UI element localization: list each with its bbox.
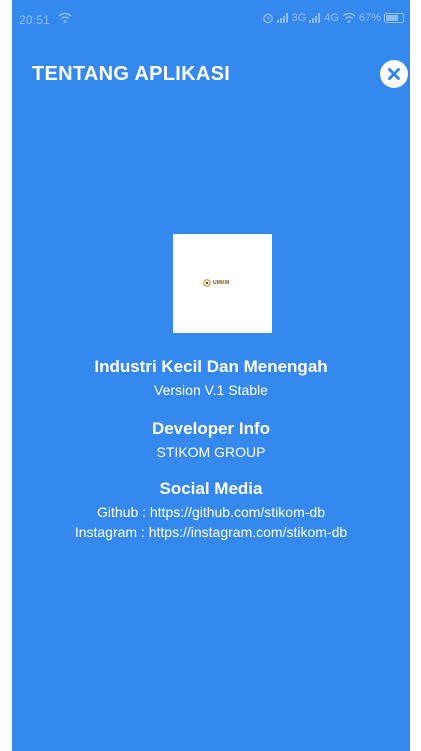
wifi-status-icon — [342, 12, 356, 23]
close-icon — [388, 68, 400, 80]
status-icons: 3G 4G 67% — [262, 12, 404, 24]
signal-icon — [276, 13, 288, 23]
battery-icon — [384, 13, 404, 23]
app-name: Industri Kecil Dan Menengah — [94, 357, 328, 376]
about-screen: 20:51 3G 4G 67% TENTANG APLIKASI UMKM In… — [12, 0, 410, 751]
alarm-icon — [262, 13, 273, 24]
social-heading: Social Media — [159, 479, 263, 498]
logo-text: UMKM — [213, 280, 230, 286]
signal-icon-2 — [309, 13, 321, 23]
network-type-1: 3G — [291, 12, 307, 24]
github-link[interactable]: Github : https://github.com/stikom-db — [12, 504, 410, 520]
logo-mark: UMKM — [203, 279, 229, 287]
instagram-link[interactable]: Instagram : https://instagram.com/stikom… — [12, 524, 410, 540]
network-type-2: 4G — [324, 12, 339, 24]
battery-percent: 67% — [358, 12, 381, 24]
status-time: 20:51 — [19, 13, 51, 27]
close-button[interactable] — [380, 60, 408, 88]
page-title: TENTANG APLIKASI — [32, 63, 231, 85]
app-logo: UMKM — [173, 234, 272, 333]
app-version: Version V.1 Stable — [154, 382, 268, 398]
developer-heading: Developer Info — [151, 419, 271, 438]
wifi-icon — [58, 12, 72, 23]
status-bar: 20:51 3G 4G 67% — [12, 0, 410, 40]
developer-name: STIKOM GROUP — [156, 444, 266, 460]
logo-emblem-icon — [203, 279, 211, 287]
